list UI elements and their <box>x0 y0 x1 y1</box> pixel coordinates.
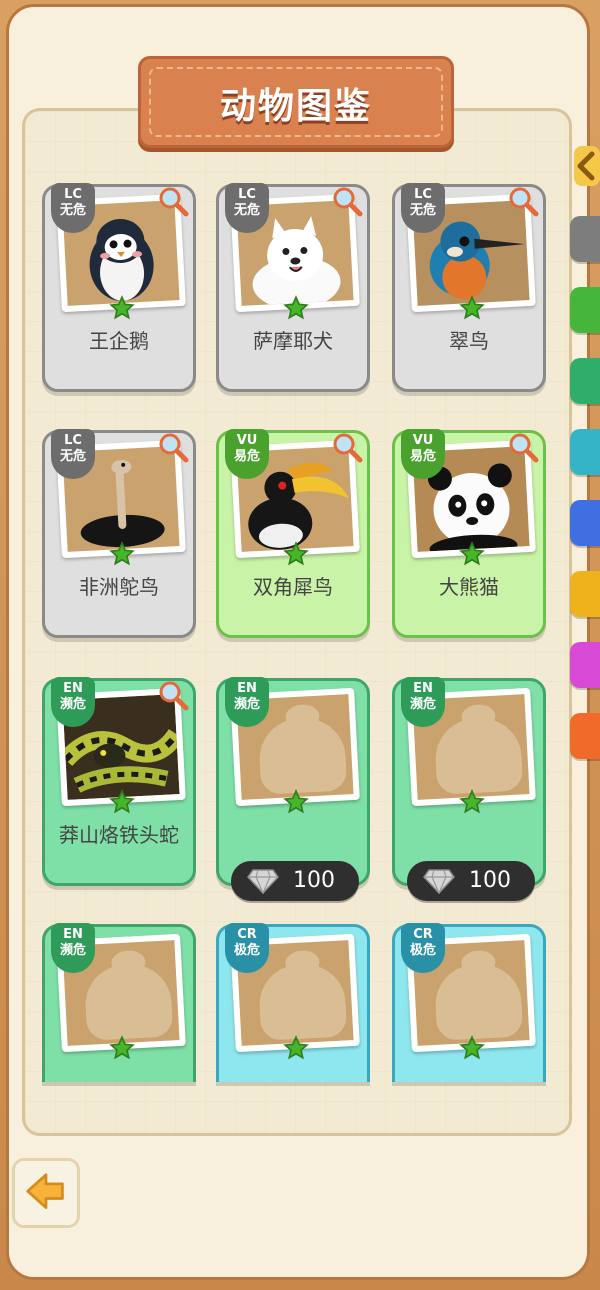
status-code: VU <box>412 433 434 448</box>
star-icon <box>283 295 309 320</box>
star-icon <box>283 789 309 814</box>
conservation-badge: EN 濒危 <box>51 677 95 727</box>
animal-name: 萨摩耶犬 <box>253 329 333 353</box>
animal-name: 大熊猫 <box>439 575 499 599</box>
animal-name: 王企鹅 <box>89 329 149 353</box>
animal-card[interactable]: LC 无危非洲鸵鸟 <box>42 429 196 638</box>
status-label: 极危 <box>409 943 436 958</box>
animal-card[interactable]: LC 无危王企鹅 <box>42 183 196 392</box>
unlock-cost-value: 100 <box>293 868 335 893</box>
category-tab[interactable] <box>570 358 600 404</box>
star-icon <box>283 541 309 566</box>
back-button[interactable] <box>12 1158 80 1228</box>
magnifier-icon[interactable] <box>157 185 189 217</box>
animal-card[interactable]: LC 无危翠鸟 <box>392 183 546 392</box>
animal-card[interactable]: VU 易危大熊猫 <box>392 429 546 638</box>
status-code: LC <box>414 187 432 202</box>
status-code: LC <box>238 187 256 202</box>
status-label: 濒危 <box>59 943 86 958</box>
status-code: EN <box>237 681 257 696</box>
magnifier-icon[interactable] <box>157 679 189 711</box>
status-code: LC <box>64 187 82 202</box>
category-tab[interactable] <box>570 429 600 475</box>
back-arrow-icon <box>26 1173 64 1209</box>
category-tab[interactable] <box>570 216 600 262</box>
magnifier-icon[interactable] <box>157 431 189 463</box>
status-label: 濒危 <box>409 697 436 712</box>
locked-silhouette <box>433 962 524 1041</box>
status-label: 无危 <box>233 203 260 218</box>
star-icon <box>109 541 135 566</box>
animal-card[interactable]: EN 濒危 <box>42 923 196 1082</box>
status-label: 无危 <box>409 203 436 218</box>
animal-name: 莽山烙铁头蛇 <box>59 823 179 847</box>
locked-silhouette <box>257 962 348 1041</box>
unlock-cost-button[interactable]: 100 <box>407 861 535 901</box>
category-tab[interactable] <box>570 642 600 688</box>
animal-name: 双角犀鸟 <box>253 575 333 599</box>
star-icon <box>283 1035 309 1060</box>
animal-card[interactable]: EN 濒危莽山烙铁头蛇 <box>42 677 196 886</box>
status-code: EN <box>63 681 83 696</box>
unlock-cost-button[interactable]: 100 <box>231 861 359 901</box>
status-code: CR <box>237 927 257 942</box>
diamond-icon <box>247 869 279 894</box>
status-label: 无危 <box>59 449 86 464</box>
status-code: LC <box>64 433 82 448</box>
conservation-badge: LC 无危 <box>401 183 445 233</box>
star-icon <box>459 789 485 814</box>
locked-silhouette <box>83 962 174 1041</box>
category-tab[interactable] <box>570 287 600 333</box>
animal-name: 非洲鸵鸟 <box>79 575 159 599</box>
locked-silhouette <box>257 716 348 795</box>
status-label: 濒危 <box>59 697 86 712</box>
conservation-badge: CR 极危 <box>225 923 269 973</box>
conservation-badge: EN 濒危 <box>51 923 95 973</box>
animal-card[interactable]: LC 无危萨摩耶犬 <box>216 183 370 392</box>
animal-card[interactable]: EN 濒危 100 <box>216 677 370 901</box>
conservation-badge: VU 易危 <box>225 429 269 479</box>
conservation-badge: EN 濒危 <box>225 677 269 727</box>
status-label: 易危 <box>409 449 436 464</box>
conservation-badge: LC 无危 <box>225 183 269 233</box>
title-plate: 动物图鉴 <box>138 56 454 148</box>
status-code: EN <box>63 927 83 942</box>
diamond-icon <box>423 869 455 894</box>
star-icon <box>459 295 485 320</box>
magnifier-icon[interactable] <box>507 431 539 463</box>
animal-name: 翠鸟 <box>449 329 489 353</box>
conservation-badge: LC 无危 <box>51 429 95 479</box>
conservation-badge: CR 极危 <box>401 923 445 973</box>
magnifier-icon[interactable] <box>331 185 363 217</box>
star-icon <box>459 541 485 566</box>
status-label: 无危 <box>59 203 86 218</box>
magnifier-icon[interactable] <box>507 185 539 217</box>
conservation-badge: LC 无危 <box>51 183 95 233</box>
status-code: CR <box>413 927 433 942</box>
star-icon <box>459 1035 485 1060</box>
star-icon <box>109 295 135 320</box>
chevron-left-icon[interactable] <box>570 146 600 186</box>
animal-card[interactable]: VU 易危双角犀鸟 <box>216 429 370 638</box>
category-tab[interactable] <box>570 713 600 759</box>
animal-card[interactable]: CR 极危 <box>392 923 546 1082</box>
status-label: 易危 <box>233 449 260 464</box>
animal-card[interactable]: CR 极危 <box>216 923 370 1082</box>
status-code: EN <box>413 681 433 696</box>
category-tab[interactable] <box>570 500 600 546</box>
conservation-badge: EN 濒危 <box>401 677 445 727</box>
star-icon <box>109 1035 135 1060</box>
locked-silhouette <box>433 716 524 795</box>
magnifier-icon[interactable] <box>331 431 363 463</box>
status-label: 极危 <box>233 943 260 958</box>
star-icon <box>109 789 135 814</box>
category-tab[interactable] <box>570 571 600 617</box>
status-label: 濒危 <box>233 697 260 712</box>
unlock-cost-value: 100 <box>469 868 511 893</box>
status-code: VU <box>236 433 258 448</box>
page-title: 动物图鉴 <box>219 86 372 127</box>
animal-card[interactable]: EN 濒危 100 <box>392 677 546 901</box>
conservation-badge: VU 易危 <box>401 429 445 479</box>
